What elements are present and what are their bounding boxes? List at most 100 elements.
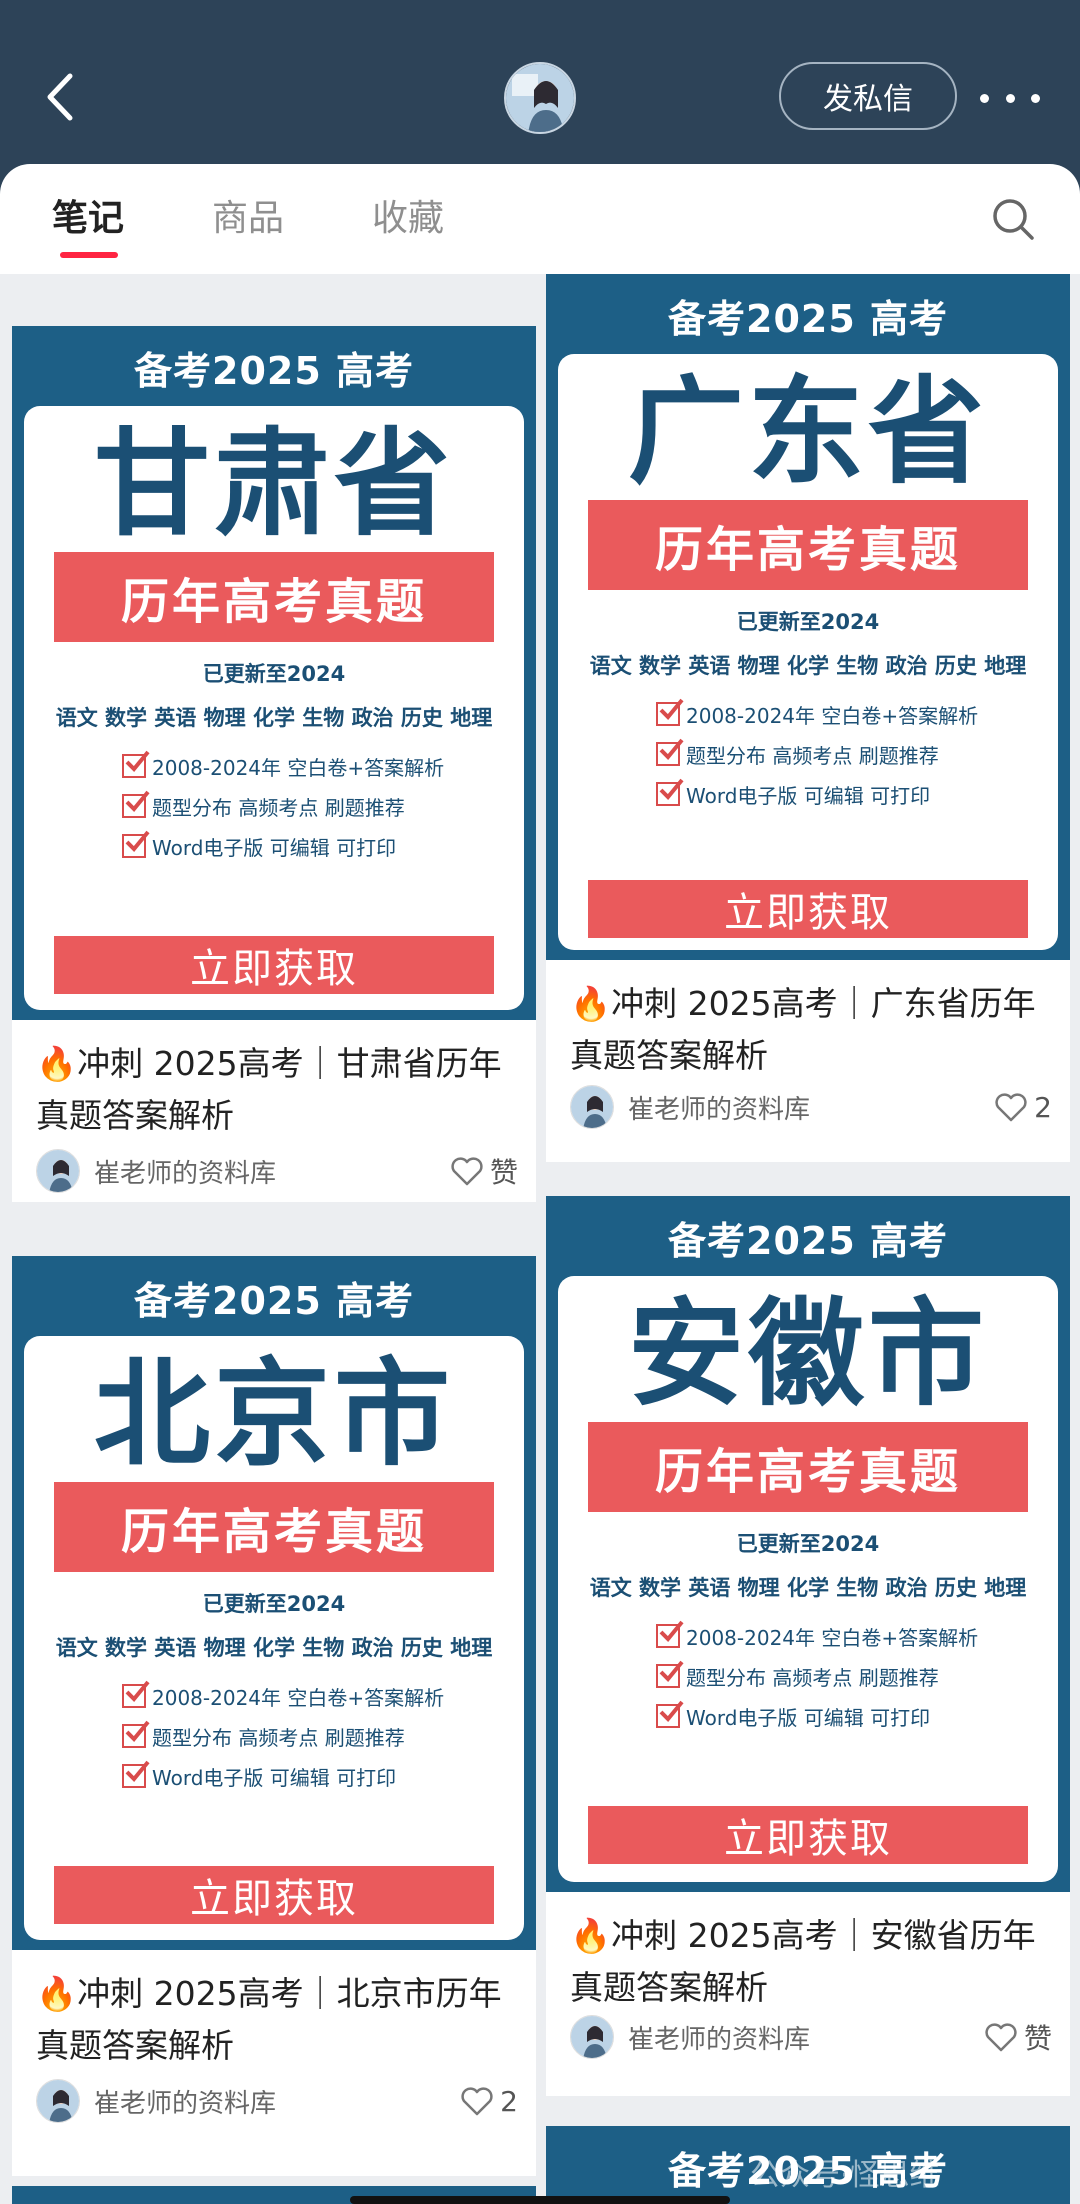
poster-panel: 广东省 历年高考真题 已更新至2024 语文 数学 英语 物理 化学 生物 政治… — [558, 354, 1058, 950]
tab-favorites[interactable]: 收藏 — [372, 194, 444, 244]
poster-updated: 已更新至2024 — [736, 1532, 880, 1556]
checkbox-checked-icon — [122, 1720, 150, 1748]
note-card[interactable]: 备考2025 高考 甘肃省 历年高考真题 已更新至2024 语文 数学 英语 物… — [12, 326, 536, 1202]
poster-feature: 2008-2024年 空白卷+答案解析 — [656, 694, 978, 734]
poster-headline: 备考2025 高考 — [134, 1278, 414, 1323]
checkbox-checked-icon — [656, 1660, 684, 1688]
like-count: 2 — [500, 2084, 518, 2118]
active-tab-indicator — [60, 252, 118, 258]
poster-features: 2008-2024年 空白卷+答案解析 题型分布 高频考点 刷题推荐 Word电… — [122, 1676, 444, 1796]
poster-feature: Word电子版 可编辑 可打印 — [122, 826, 444, 866]
note-cover-image[interactable]: 备考2025 高考 广东省 历年高考真题 已更新至2024 语文 数学 英语 物… — [546, 274, 1070, 960]
poster-feature: 题型分布 高频考点 刷题推荐 — [656, 1656, 978, 1696]
note-footer: 崔老师的资料库 2 — [36, 2078, 518, 2124]
note-card[interactable]: 备考2025 高考 广东省 历年高考真题 已更新至2024 语文 数学 英语 物… — [546, 274, 1070, 1162]
notes-feed: 备考2025 高考 甘肃省 历年高考真题 已更新至2024 语文 数学 英语 物… — [0, 274, 1080, 2204]
poster-updated: 已更新至2024 — [202, 1592, 346, 1616]
checkbox-checked-icon — [656, 1700, 684, 1728]
watermark: 公众号·怪思维 — [750, 2158, 940, 2193]
poster-feature: Word电子版 可编辑 可打印 — [122, 1756, 444, 1796]
avatar[interactable] — [36, 2079, 80, 2123]
poster-feature: 题型分布 高频考点 刷题推荐 — [122, 786, 444, 826]
checkbox-checked-icon — [656, 698, 684, 726]
checkbox-checked-icon — [122, 750, 150, 778]
send-message-button[interactable]: 发私信 — [779, 62, 957, 130]
note-title[interactable]: 🔥冲刺 2025高考｜甘肃省历年真题答案解析 — [36, 1038, 526, 1142]
poster-cta: 立即获取 — [588, 1806, 1028, 1864]
poster-subjects: 语文 数学 英语 物理 化学 生物 政治 历史 地理 — [589, 1576, 1027, 1600]
note-footer: 崔老师的资料库 赞 — [36, 1148, 518, 1194]
avatar[interactable] — [570, 1085, 614, 1129]
poster-subjects: 语文 数学 英语 物理 化学 生物 政治 历史 地理 — [55, 706, 493, 730]
fire-emoji-icon: 🔥 — [36, 1044, 78, 1083]
poster-panel: 北京市 历年高考真题 已更新至2024 语文 数学 英语 物理 化学 生物 政治… — [24, 1336, 524, 1940]
note-title[interactable]: 🔥冲刺 2025高考｜安徽省历年真题答案解析 — [570, 1910, 1060, 2014]
poster-subjects: 语文 数学 英语 物理 化学 生物 政治 历史 地理 — [55, 1636, 493, 1660]
like-button[interactable]: 2 — [994, 1091, 1052, 1124]
checkbox-checked-icon — [656, 738, 684, 766]
like-button[interactable]: 赞 — [450, 1151, 518, 1191]
poster-features: 2008-2024年 空白卷+答案解析 题型分布 高频考点 刷题推荐 Word电… — [656, 1616, 978, 1736]
poster-feature: 题型分布 高频考点 刷题推荐 — [656, 734, 978, 774]
note-card[interactable]: 备考2025 高考 安徽市 历年高考真题 已更新至2024 语文 数学 英语 物… — [546, 1196, 1070, 2096]
like-count: 赞 — [489, 1156, 518, 1189]
note-card[interactable]: 备考2025 高考 北京市 历年高考真题 已更新至2024 语文 数学 英语 物… — [12, 1256, 536, 2176]
poster-panel: 安徽市 历年高考真题 已更新至2024 语文 数学 英语 物理 化学 生物 政治… — [558, 1276, 1058, 1882]
poster-feature: 2008-2024年 空白卷+答案解析 — [656, 1616, 978, 1656]
poster-feature: Word电子版 可编辑 可打印 — [656, 1696, 978, 1736]
profile-tabs: 笔记 商品 收藏 — [0, 164, 1080, 274]
poster-cta: 立即获取 — [54, 1866, 494, 1924]
poster-feature: 题型分布 高频考点 刷题推荐 — [122, 1716, 444, 1756]
heart-icon — [985, 2023, 1017, 2052]
poster-feature: Word电子版 可编辑 可打印 — [656, 774, 978, 814]
note-title[interactable]: 🔥冲刺 2025高考｜北京市历年真题答案解析 — [36, 1968, 526, 2072]
heart-icon — [451, 1157, 483, 1186]
note-cover-image[interactable]: 备考2025 高考 安徽市 历年高考真题 已更新至2024 语文 数学 英语 物… — [546, 1196, 1070, 1892]
poster-panel: 甘肃省 历年高考真题 已更新至2024 语文 数学 英语 物理 化学 生物 政治… — [24, 406, 524, 1010]
avatar[interactable] — [36, 1149, 80, 1193]
checkbox-checked-icon — [122, 1760, 150, 1788]
note-footer: 崔老师的资料库 赞 — [570, 2014, 1052, 2060]
fire-emoji-icon: 🔥 — [570, 1916, 612, 1955]
poster-banner: 历年高考真题 — [54, 552, 494, 642]
author-name[interactable]: 崔老师的资料库 — [94, 2083, 460, 2120]
checkbox-checked-icon — [122, 790, 150, 818]
note-cover-image[interactable]: 备考2025 高考 甘肃省 历年高考真题 已更新至2024 语文 数学 英语 物… — [12, 326, 536, 1020]
home-indicator — [350, 2196, 730, 2204]
fire-emoji-icon: 🔥 — [570, 984, 612, 1023]
checkbox-checked-icon — [656, 778, 684, 806]
poster-features: 2008-2024年 空白卷+答案解析 题型分布 高频考点 刷题推荐 Word电… — [122, 746, 444, 866]
back-arrow-icon[interactable] — [40, 70, 80, 124]
avatar[interactable] — [504, 62, 576, 134]
tab-products[interactable]: 商品 — [212, 194, 284, 244]
note-title[interactable]: 🔥冲刺 2025高考｜广东省历年真题答案解析 — [570, 978, 1060, 1082]
checkbox-checked-icon — [122, 830, 150, 858]
author-name[interactable]: 崔老师的资料库 — [628, 1089, 994, 1126]
avatar[interactable] — [570, 2015, 614, 2059]
poster-updated: 已更新至2024 — [736, 610, 880, 634]
author-name[interactable]: 崔老师的资料库 — [94, 1153, 450, 1190]
author-name[interactable]: 崔老师的资料库 — [628, 2019, 984, 2056]
poster-banner: 历年高考真题 — [588, 500, 1028, 590]
poster-banner: 历年高考真题 — [54, 1482, 494, 1572]
poster-headline: 备考2025 高考 — [668, 1218, 948, 1263]
like-button[interactable]: 赞 — [984, 2017, 1052, 2057]
search-icon[interactable] — [990, 196, 1036, 242]
heart-icon — [995, 1093, 1027, 1122]
like-button[interactable]: 2 — [460, 2085, 518, 2118]
poster-province: 广东省 — [628, 365, 988, 500]
poster-province: 北京市 — [94, 1347, 454, 1482]
tab-notes[interactable]: 笔记 — [52, 194, 124, 244]
note-cover-image[interactable]: 备考2025 高考 北京市 历年高考真题 已更新至2024 语文 数学 英语 物… — [12, 1256, 536, 1950]
poster-province: 甘肃省 — [94, 417, 454, 552]
poster-headline: 备考2025 高考 — [134, 348, 414, 393]
more-dots-icon[interactable] — [980, 80, 1040, 116]
poster-feature: 2008-2024年 空白卷+答案解析 — [122, 746, 444, 786]
poster-subjects: 语文 数学 英语 物理 化学 生物 政治 历史 地理 — [589, 654, 1027, 678]
poster-headline: 备考2025 高考 — [668, 296, 948, 341]
checkbox-checked-icon — [656, 1620, 684, 1648]
poster-province: 安徽市 — [628, 1287, 988, 1422]
checkbox-checked-icon — [122, 1680, 150, 1708]
like-count: 赞 — [1023, 2022, 1052, 2055]
fire-emoji-icon: 🔥 — [36, 1974, 78, 2013]
